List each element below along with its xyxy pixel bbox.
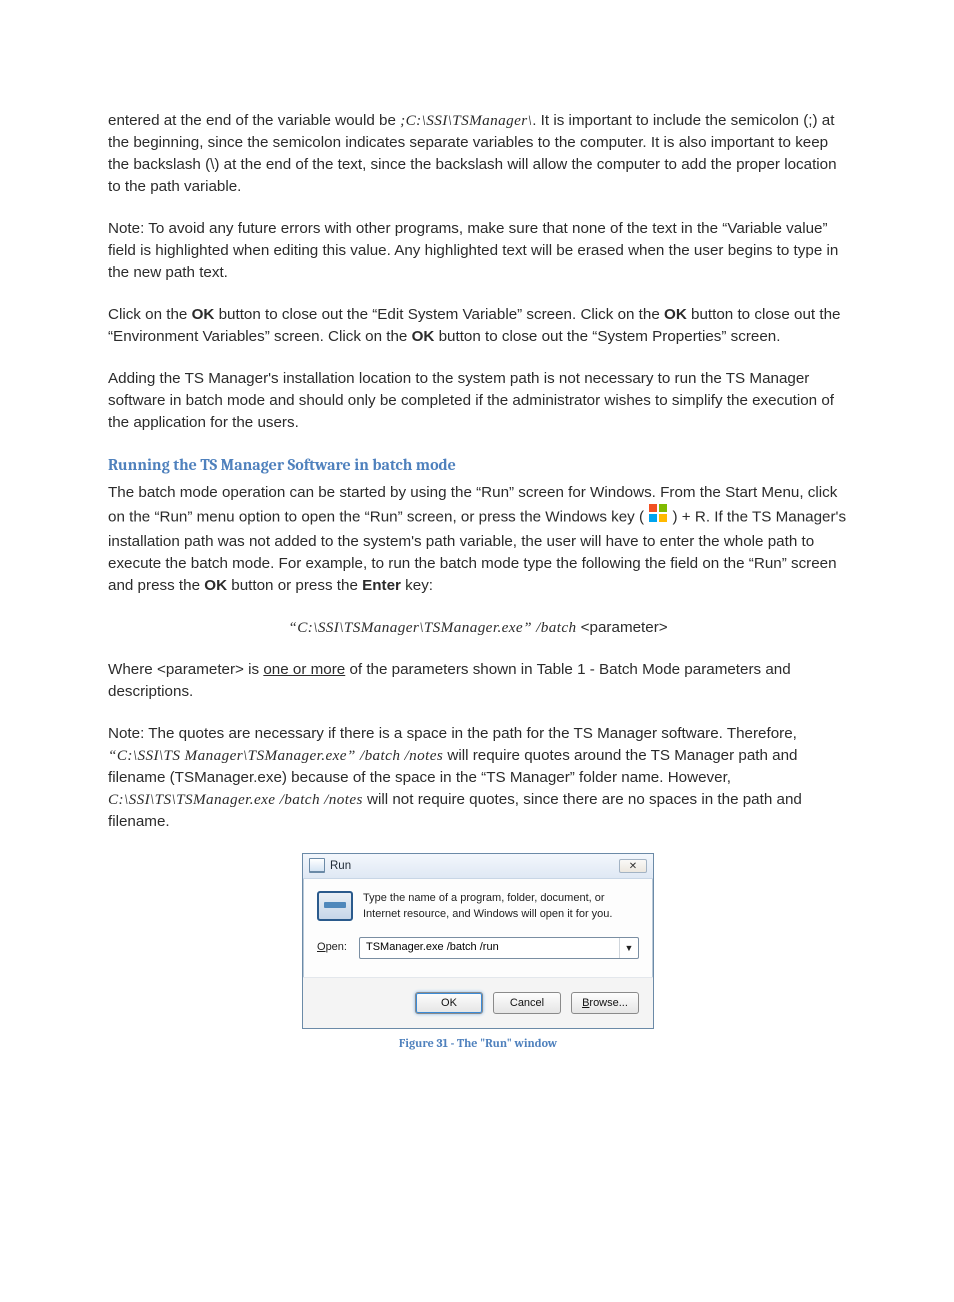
command-line-example: “C:\SSI\TSManager\TSManager.exe” /batch … — [108, 617, 848, 639]
ok-bold: OK — [664, 306, 687, 323]
browse-button[interactable]: Browse... — [571, 992, 639, 1014]
ok-bold: OK — [204, 577, 227, 594]
path-italic: “C:\SSI\TS Manager\TSManager.exe” /batch… — [108, 747, 443, 764]
close-button[interactable]: ✕ — [619, 859, 647, 873]
run-dialog-figure: Run ✕ Type the name of a program, folder… — [302, 853, 654, 1052]
run-dialog: Run ✕ Type the name of a program, folder… — [302, 853, 654, 1029]
paragraph-optional-path: Adding the TS Manager's installation loc… — [108, 368, 848, 434]
figure-caption: Figure 31 - The "Run" window — [302, 1035, 654, 1052]
text: entered at the end of the variable would… — [108, 112, 400, 129]
cancel-button[interactable]: Cancel — [493, 992, 561, 1014]
text: button to close out the “Edit System Var… — [214, 306, 664, 323]
paragraph-quotes-note: Note: The quotes are necessary if there … — [108, 723, 848, 833]
ok-bold: OK — [192, 306, 215, 323]
run-title-icon — [309, 858, 325, 873]
enter-bold: Enter — [362, 577, 401, 594]
ok-bold: OK — [412, 328, 435, 345]
dialog-titlebar: Run ✕ — [303, 854, 653, 879]
text: Note: The quotes are necessary if there … — [108, 725, 797, 742]
paragraph-note-highlight: Note: To avoid any future errors with ot… — [108, 218, 848, 284]
text: button to close out the “System Properti… — [434, 328, 780, 345]
open-value: TSManager.exe /batch /run — [360, 940, 619, 956]
text: key: — [401, 577, 433, 594]
dialog-button-row: OK Cancel Browse... — [303, 977, 653, 1028]
paragraph-parameter: Where <parameter> is one or more of the … — [108, 659, 848, 703]
paragraph-close-dialogs: Click on the OK button to close out the … — [108, 304, 848, 348]
text: Click on the — [108, 306, 192, 323]
open-label: Open: — [317, 940, 359, 956]
run-body-icon — [317, 891, 353, 921]
dialog-title-text: Run — [330, 858, 351, 875]
chevron-down-icon[interactable]: ▼ — [619, 938, 638, 958]
dialog-message: Type the name of a program, folder, docu… — [363, 891, 639, 923]
text: Where <parameter> is — [108, 661, 263, 678]
paragraph-run-instructions: The batch mode operation can be started … — [108, 482, 848, 597]
text: button or press the — [227, 577, 362, 594]
paragraph-path-suffix: entered at the end of the variable would… — [108, 110, 848, 198]
path-example: ;C:\SSI\TSManager\ — [400, 112, 532, 129]
section-heading: Running the TS Manager Software in batch… — [108, 454, 848, 477]
windows-logo-icon — [648, 503, 668, 530]
open-combobox[interactable]: TSManager.exe /batch /run ▼ — [359, 937, 639, 959]
command-italic: “C:\SSI\TSManager\TSManager.exe” /batch — [288, 619, 580, 636]
command-rest: <parameter> — [581, 619, 668, 636]
ok-button[interactable]: OK — [415, 992, 483, 1014]
underline-text: one or more — [263, 661, 345, 678]
path-italic: C:\SSI\TS\TSManager.exe /batch /notes — [108, 791, 363, 808]
